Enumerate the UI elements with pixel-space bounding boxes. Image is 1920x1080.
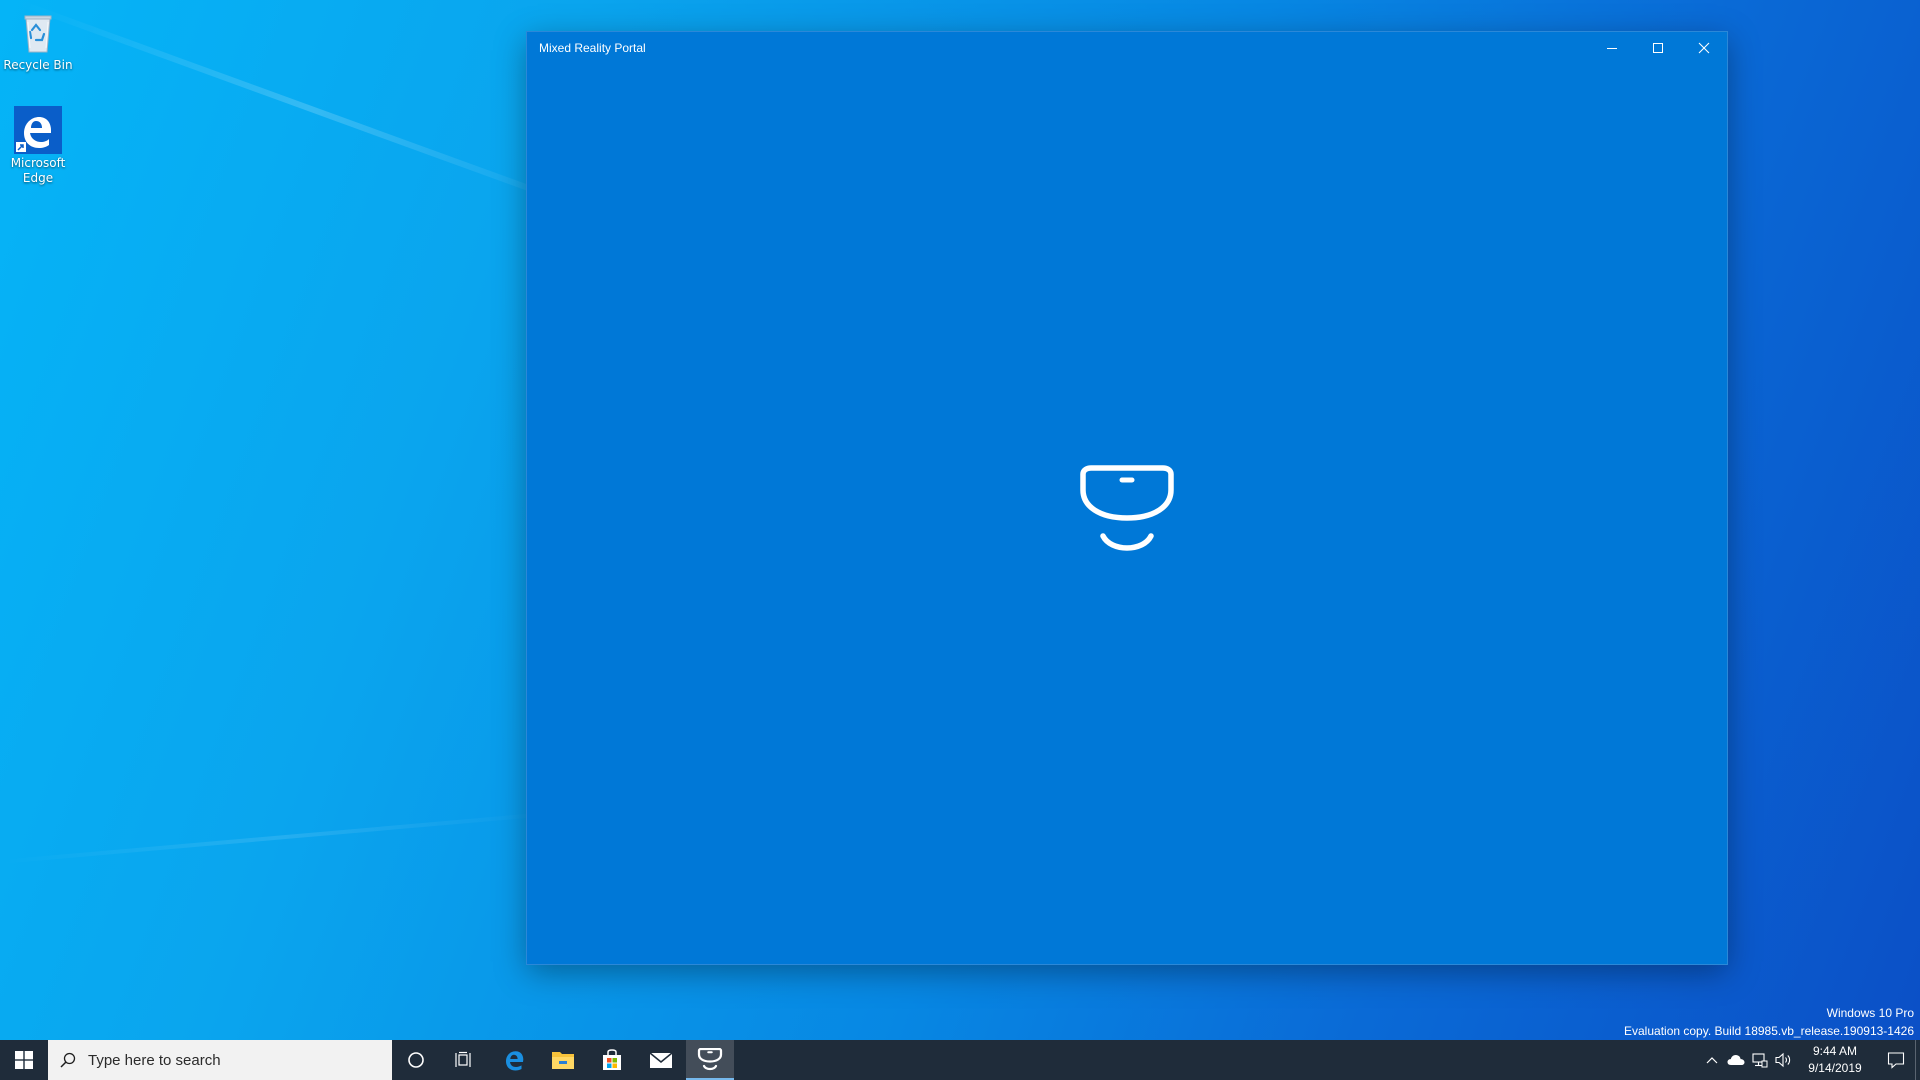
taskbar-clock[interactable]: 9:44 AM 9/14/2019 — [1796, 1043, 1874, 1077]
desktop-icon-label: Microsoft Edge — [10, 156, 66, 185]
cortana-button[interactable] — [392, 1040, 440, 1080]
action-center-button[interactable] — [1878, 1040, 1914, 1080]
mixed-reality-headset-icon — [1080, 465, 1174, 551]
search-placeholder: Type here to search — [88, 1051, 221, 1069]
windows-edition-text: Windows 10 Pro — [1826, 1006, 1914, 1020]
recycle-bin-icon — [14, 8, 62, 56]
show-desktop-button[interactable] — [1915, 1040, 1920, 1080]
edge-icon — [14, 106, 62, 154]
taskbar: Type here to search 9:44 AM 9/14/2019 — [0, 1040, 1920, 1080]
desktop-icon-recycle-bin[interactable]: Recycle Bin — [0, 8, 76, 73]
windows-build-text: Evaluation copy. Build 18985.vb_release.… — [1624, 1024, 1914, 1038]
taskbar-store-button[interactable] — [588, 1040, 636, 1080]
chevron-up-icon — [1706, 1057, 1718, 1064]
speaker-volume-icon — [1775, 1052, 1791, 1068]
close-icon — [1698, 42, 1710, 54]
maximize-icon — [1653, 43, 1663, 53]
minimize-icon — [1607, 48, 1617, 49]
clock-date: 9/14/2019 — [1808, 1061, 1862, 1075]
taskbar-mixed-reality-portal-button[interactable] — [686, 1040, 734, 1080]
wallpaper-light-beam — [18, 0, 604, 218]
mixed-reality-portal-window: Mixed Reality Portal — [527, 32, 1727, 964]
store-icon — [603, 1049, 621, 1070]
file-explorer-icon — [552, 1052, 574, 1069]
maximize-button[interactable] — [1635, 32, 1681, 64]
onedrive-tray-button[interactable] — [1724, 1040, 1748, 1080]
taskbar-mail-button[interactable] — [637, 1040, 685, 1080]
window-title: Mixed Reality Portal — [539, 41, 646, 55]
network-tray-button[interactable] — [1748, 1040, 1772, 1080]
mixed-reality-portal-icon — [697, 1048, 723, 1071]
desktop-icon-label: Recycle Bin — [3, 58, 73, 72]
start-button[interactable] — [0, 1040, 48, 1080]
minimize-button[interactable] — [1589, 32, 1635, 64]
notification-icon — [1887, 1052, 1905, 1069]
desktop-icon-microsoft-edge[interactable]: Microsoft Edge — [0, 106, 76, 186]
desktop: Recycle Bin Microsoft Edge Mixed Reality… — [0, 0, 1920, 1080]
volume-tray-button[interactable] — [1772, 1040, 1796, 1080]
system-tray: 9:44 AM 9/14/2019 — [1680, 1040, 1920, 1080]
windows-evaluation-watermark: Windows 10 Pro Evaluation copy. Build 18… — [1624, 1004, 1914, 1040]
search-icon — [48, 1052, 88, 1068]
windows-logo-icon — [15, 1051, 33, 1069]
edge-icon — [506, 1051, 524, 1071]
wallpaper-light-beam — [0, 811, 559, 864]
window-titlebar[interactable]: Mixed Reality Portal — [527, 32, 1727, 64]
network-icon — [1752, 1053, 1768, 1068]
taskbar-edge-button[interactable] — [490, 1040, 538, 1080]
cortana-icon — [408, 1052, 424, 1068]
task-view-button[interactable] — [440, 1040, 488, 1080]
clock-time: 9:44 AM — [1812, 1044, 1858, 1058]
taskbar-search-box[interactable]: Type here to search — [48, 1040, 392, 1080]
show-hidden-icons-button[interactable] — [1700, 1040, 1724, 1080]
taskbar-file-explorer-button[interactable] — [539, 1040, 587, 1080]
onedrive-cloud-icon — [1727, 1055, 1745, 1065]
close-button[interactable] — [1681, 32, 1727, 64]
task-view-icon — [455, 1051, 471, 1067]
mail-icon — [649, 1052, 673, 1068]
